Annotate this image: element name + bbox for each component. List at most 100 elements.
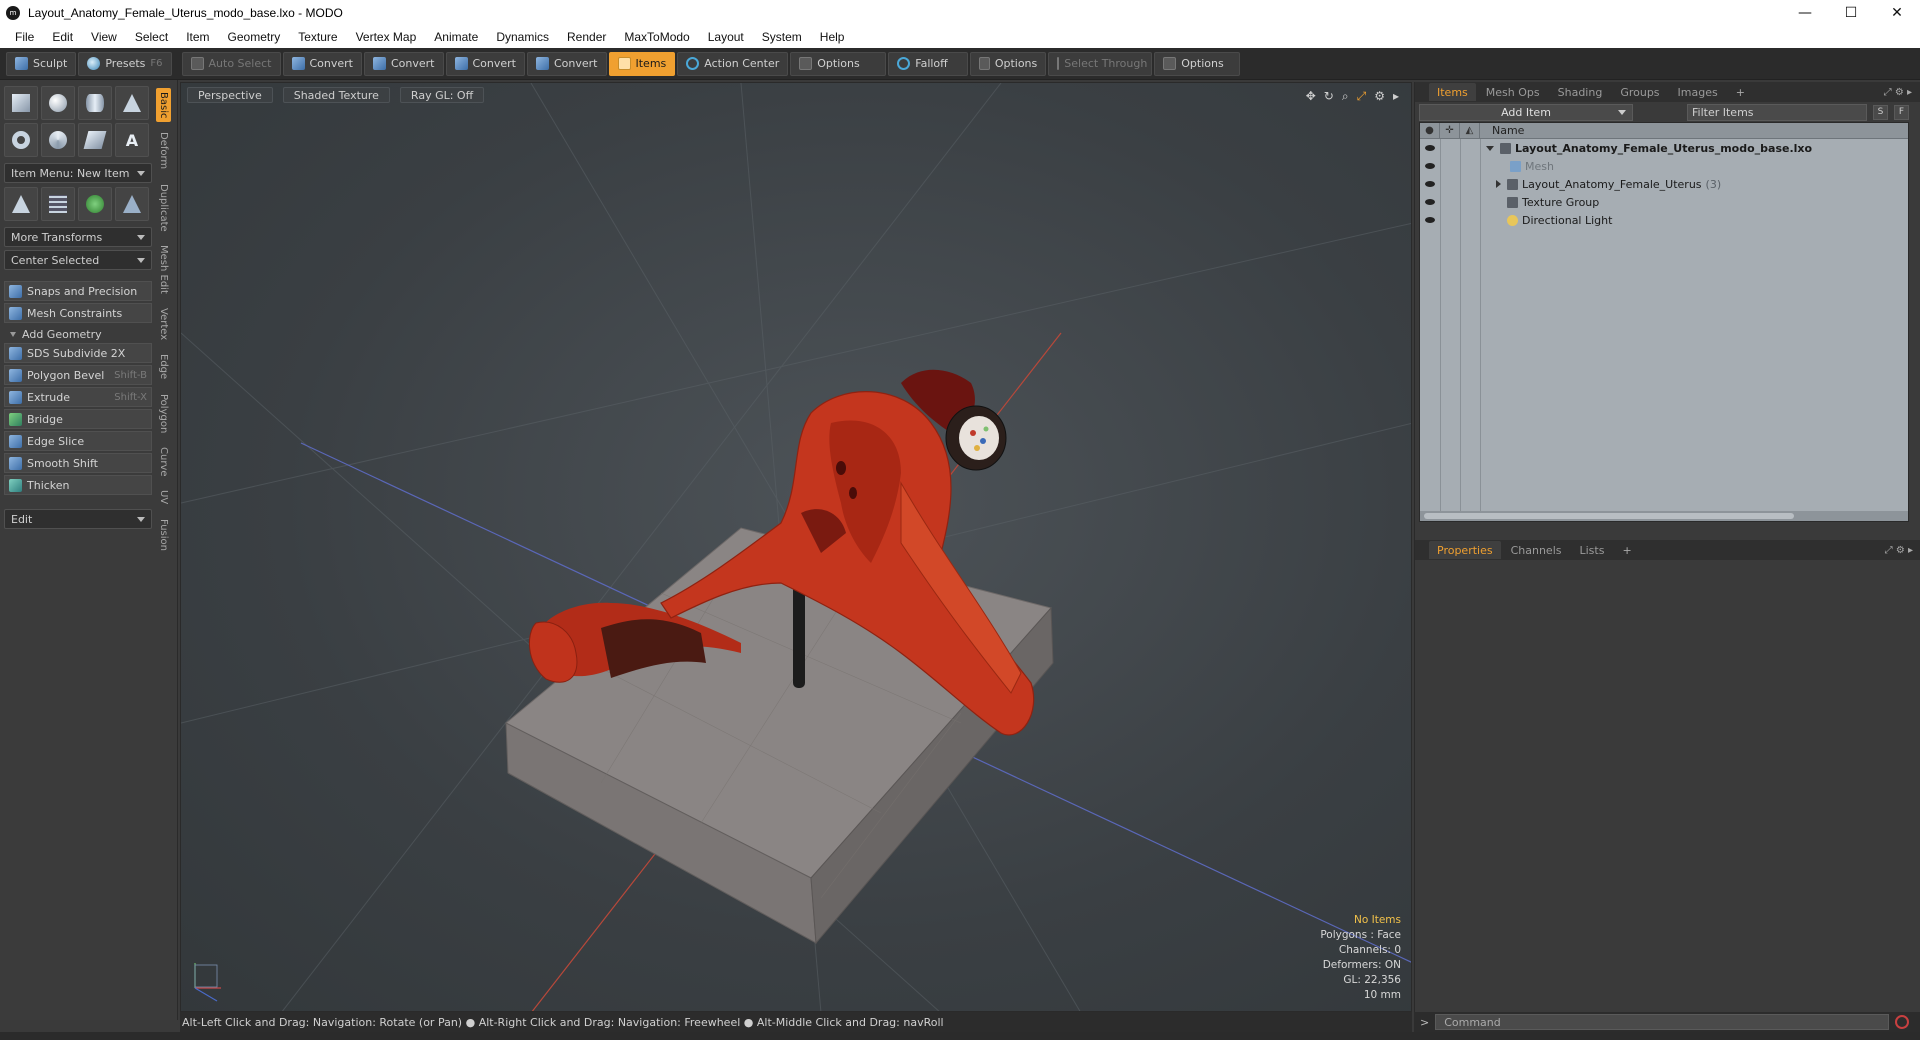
zoom-icon[interactable]: ⌕ — [1342, 89, 1349, 104]
tab-fusion[interactable]: Fusion — [156, 515, 171, 555]
menu-dynamics[interactable]: Dynamics — [487, 30, 558, 44]
tab-basic[interactable]: Basic — [156, 88, 171, 123]
thicken-button[interactable]: Thicken — [4, 475, 152, 495]
tab-channels[interactable]: Channels — [1503, 541, 1570, 559]
polygon-bevel-button[interactable]: Polygon Bevel Shift-B — [4, 365, 152, 385]
filter-items-input[interactable]: Filter Items — [1687, 103, 1867, 121]
command-input[interactable]: Command — [1435, 1014, 1890, 1030]
menu-layout[interactable]: Layout — [699, 30, 753, 44]
filter-f-button[interactable]: F — [1894, 104, 1909, 120]
convert-edges-button[interactable]: Convert — [364, 51, 444, 76]
cone-tool[interactable] — [115, 86, 149, 120]
tree-row-mesh[interactable]: Mesh — [1420, 157, 1908, 175]
menu-help[interactable]: Help — [811, 30, 854, 44]
auto-select-button[interactable]: Auto Select — [181, 51, 281, 76]
more-transforms-dropdown[interactable]: More Transforms — [4, 227, 152, 247]
tab-duplicate[interactable]: Duplicate — [156, 180, 171, 236]
grid-tool[interactable] — [41, 187, 75, 221]
convert-materials-button[interactable]: Convert — [527, 51, 607, 76]
add-item-dropdown[interactable]: Add Item — [1419, 103, 1633, 121]
tab-shading[interactable]: Shading — [1550, 83, 1611, 101]
menu-texture[interactable]: Texture — [289, 30, 346, 44]
tab-deform[interactable]: Deform — [156, 128, 171, 173]
tab-properties[interactable]: Properties — [1429, 541, 1501, 559]
presets-button[interactable]: Presets F6 — [78, 51, 172, 76]
cylinder-tool[interactable] — [78, 86, 112, 120]
tab-polygon[interactable]: Polygon — [156, 390, 171, 437]
panel-gear-icon[interactable]: ⤢ ⚙ ▸ — [1885, 545, 1913, 556]
snaps-precision-button[interactable]: Snaps and Precision — [4, 281, 152, 301]
tab-vertex[interactable]: Vertex — [156, 304, 171, 344]
visibility-eye-icon[interactable] — [1420, 199, 1440, 205]
center-selected-dropdown[interactable]: Center Selected — [4, 250, 152, 270]
record-macro-icon[interactable] — [1895, 1015, 1910, 1029]
tab-lists[interactable]: Lists — [1572, 541, 1613, 559]
tab-images[interactable]: Images — [1670, 83, 1726, 101]
menu-maxtomodo[interactable]: MaxToModo — [615, 30, 698, 44]
render-column-icon[interactable]: ◭ — [1460, 122, 1480, 139]
rotate-view-icon[interactable]: ↻ — [1324, 89, 1334, 104]
sphere-tool[interactable] — [41, 86, 75, 120]
name-column-header[interactable]: Name — [1480, 124, 1524, 137]
cube-tool[interactable] — [4, 86, 38, 120]
menu-animate[interactable]: Animate — [425, 30, 487, 44]
stretch-tool[interactable] — [115, 187, 149, 221]
rotate-tool[interactable] — [78, 187, 112, 221]
menu-view[interactable]: View — [82, 30, 126, 44]
menu-render[interactable]: Render — [558, 30, 615, 44]
select-through-button[interactable]: Select Through — [1048, 51, 1153, 76]
expand-arrow-icon[interactable]: ▸ — [1393, 89, 1399, 104]
visibility-eye-icon[interactable] — [1420, 217, 1440, 223]
tree-row-scene[interactable]: Layout_Anatomy_Female_Uterus_modo_base.l… — [1420, 139, 1908, 157]
bridge-button[interactable]: Bridge — [4, 409, 152, 429]
visibility-column-icon[interactable]: ● — [1420, 122, 1440, 139]
tree-horizontal-scrollbar[interactable] — [1420, 511, 1908, 521]
shading-mode-tab[interactable]: Shaded Texture — [282, 87, 390, 103]
falloff-options-button[interactable]: Options — [970, 51, 1047, 76]
visibility-eye-icon[interactable] — [1420, 145, 1440, 151]
item-menu-dropdown[interactable]: Item Menu: New Item — [4, 163, 152, 183]
view-perspective-tab[interactable]: Perspective — [187, 87, 273, 103]
tree-row-texture-group[interactable]: Texture Group — [1420, 193, 1908, 211]
action-center-options-button[interactable]: Options — [790, 51, 887, 76]
tab-curve[interactable]: Curve — [156, 443, 171, 481]
menu-vertex-map[interactable]: Vertex Map — [347, 30, 426, 44]
filter-s-button[interactable]: S — [1873, 104, 1888, 120]
maximize-button[interactable]: ☐ — [1828, 0, 1874, 26]
smooth-shift-button[interactable]: Smooth Shift — [4, 453, 152, 473]
edge-slice-button[interactable]: Edge Slice — [4, 431, 152, 451]
mesh-constraints-button[interactable]: Mesh Constraints — [4, 303, 152, 323]
tab-mesh-ops[interactable]: Mesh Ops — [1478, 83, 1548, 101]
convert-vertices-button[interactable]: Convert — [282, 51, 362, 76]
text-tool[interactable]: A — [115, 123, 149, 157]
transform-tool[interactable] — [4, 187, 38, 221]
menu-edit[interactable]: Edit — [43, 30, 82, 44]
fit-view-icon[interactable]: ⤢ — [1357, 89, 1367, 104]
3d-viewport[interactable]: Perspective Shaded Texture Ray GL: Off ✥… — [180, 82, 1412, 1012]
menu-geometry[interactable]: Geometry — [219, 30, 290, 44]
visibility-eye-icon[interactable] — [1420, 181, 1440, 187]
menu-file[interactable]: File — [6, 30, 43, 44]
menu-select[interactable]: Select — [126, 30, 177, 44]
raygl-tab[interactable]: Ray GL: Off — [399, 87, 485, 103]
pen-tool[interactable] — [78, 123, 112, 157]
select-options-button[interactable]: Options — [1154, 51, 1241, 76]
menu-system[interactable]: System — [753, 30, 811, 44]
expand-arrow-icon[interactable] — [1496, 180, 1501, 188]
lock-column-icon[interactable]: ✛ — [1440, 122, 1460, 139]
tab-edge[interactable]: Edge — [156, 350, 171, 383]
extrude-button[interactable]: Extrude Shift-X — [4, 387, 152, 407]
minimize-button[interactable]: — — [1782, 0, 1828, 26]
action-center-button[interactable]: Action Center — [677, 51, 789, 76]
convert-polygons-button[interactable]: Convert — [445, 51, 525, 76]
tree-row-directional-light[interactable]: Directional Light — [1420, 211, 1908, 229]
tab-groups[interactable]: Groups — [1612, 83, 1667, 101]
gear-icon[interactable]: ⚙ — [1374, 89, 1385, 104]
collapse-arrow-icon[interactable] — [1486, 145, 1494, 151]
items-mode-button[interactable]: Items — [608, 51, 676, 76]
torus-tool[interactable] — [4, 123, 38, 157]
close-button[interactable]: ✕ — [1874, 0, 1920, 26]
add-geometry-header[interactable]: Add Geometry — [4, 325, 152, 343]
capsule-tool[interactable] — [41, 123, 75, 157]
pan-icon[interactable]: ✥ — [1306, 89, 1316, 104]
